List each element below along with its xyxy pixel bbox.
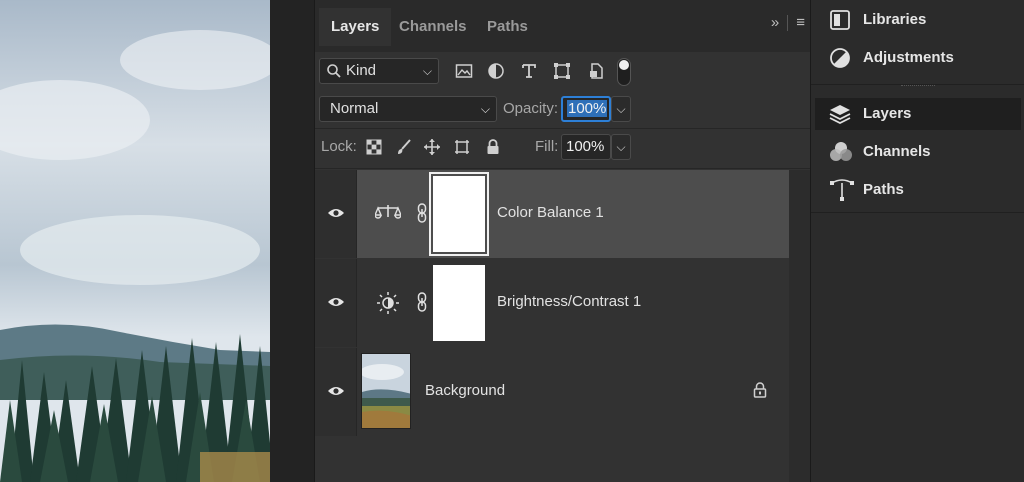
layer-thumbnail[interactable] bbox=[361, 353, 411, 429]
layer-row-background[interactable]: Background bbox=[315, 348, 789, 436]
divider bbox=[787, 14, 789, 31]
adjustment-filter-icon[interactable] bbox=[487, 62, 505, 80]
panel-menu-button[interactable]: ≡ bbox=[796, 14, 805, 31]
blend-opacity-row: Normal ⌵ Opacity: 100% ⌵ bbox=[315, 94, 811, 124]
opacity-input[interactable]: 100% bbox=[561, 96, 611, 122]
filter-kind-dropdown[interactable]: Kind ⌵ bbox=[319, 58, 439, 84]
dock-item-layers[interactable]: Layers bbox=[815, 98, 1021, 130]
fill-input[interactable]: 100% bbox=[561, 134, 611, 160]
panel-dock: Libraries Adjustments Layers Channels Pa… bbox=[810, 0, 1024, 482]
dock-item-adjustments[interactable]: Adjustments bbox=[815, 42, 1021, 74]
layer-filter-row: Kind ⌵ bbox=[315, 56, 811, 86]
layer-name[interactable]: Brightness/Contrast 1 bbox=[497, 293, 641, 310]
blend-mode-value: Normal bbox=[330, 100, 379, 117]
brightness-contrast-icon bbox=[377, 292, 399, 314]
layer-row-brightness-contrast[interactable]: Brightness/Contrast 1 bbox=[315, 259, 789, 347]
fill-value: 100% bbox=[566, 138, 605, 155]
filter-kind-label: Kind bbox=[346, 62, 377, 79]
layer-name[interactable]: Background bbox=[425, 382, 505, 399]
dock-item-label: Layers bbox=[863, 105, 912, 122]
color-balance-icon bbox=[375, 205, 401, 219]
lock-label: Lock: bbox=[321, 138, 357, 155]
visibility-toggle[interactable] bbox=[315, 170, 357, 258]
opacity-slider-button[interactable]: ⌵ bbox=[611, 96, 631, 122]
eye-icon bbox=[328, 209, 344, 217]
lock-icon[interactable] bbox=[753, 382, 767, 398]
tab-layers[interactable]: Layers bbox=[319, 8, 392, 46]
visibility-toggle[interactable] bbox=[315, 259, 357, 347]
dock-grip-handle[interactable] bbox=[901, 85, 935, 88]
shape-filter-icon[interactable] bbox=[553, 62, 571, 80]
opacity-value: 100% bbox=[567, 100, 608, 117]
channels-icon bbox=[830, 142, 852, 161]
type-filter-icon[interactable] bbox=[520, 62, 538, 80]
dock-item-label: Channels bbox=[863, 143, 931, 160]
fill-label: Fill: bbox=[535, 138, 559, 155]
dock-item-label: Libraries bbox=[863, 11, 927, 28]
lock-position-move-icon[interactable] bbox=[423, 138, 441, 156]
fill-slider-button[interactable]: ⌵ bbox=[611, 134, 631, 160]
collapse-panel-button[interactable]: » bbox=[771, 14, 779, 31]
lock-artboard-icon[interactable] bbox=[453, 138, 471, 156]
dock-item-channels[interactable]: Channels bbox=[815, 136, 1021, 168]
dock-item-paths[interactable]: Paths bbox=[815, 174, 1021, 206]
opacity-label: Opacity: bbox=[503, 100, 559, 117]
visibility-toggle[interactable] bbox=[315, 348, 357, 436]
chevron-down-icon: ⌵ bbox=[480, 102, 490, 116]
eye-icon bbox=[328, 298, 344, 306]
layer-mask-thumbnail[interactable] bbox=[433, 265, 485, 341]
image-filter-icon[interactable] bbox=[455, 62, 473, 80]
filter-toggle-switch[interactable] bbox=[617, 58, 631, 86]
layer-mask-thumbnail[interactable] bbox=[429, 172, 489, 256]
lock-image-pixels-brush-icon[interactable] bbox=[395, 138, 413, 156]
divider bbox=[315, 128, 811, 129]
search-icon bbox=[327, 64, 341, 78]
paths-icon bbox=[830, 179, 854, 201]
link-icon[interactable] bbox=[417, 203, 427, 223]
lock-all-icon[interactable] bbox=[484, 138, 502, 156]
dock-item-libraries[interactable]: Libraries bbox=[815, 4, 1021, 36]
eye-icon bbox=[328, 387, 344, 395]
layer-row-color-balance[interactable]: Color Balance 1 bbox=[315, 170, 789, 258]
libraries-icon bbox=[830, 10, 850, 30]
canvas-gutter bbox=[270, 0, 314, 482]
layer-body[interactable]: Color Balance 1 bbox=[357, 170, 789, 258]
lock-transparent-pixels-icon[interactable] bbox=[365, 138, 383, 156]
layers-icon bbox=[829, 105, 851, 125]
divider bbox=[811, 212, 1024, 213]
dock-item-label: Adjustments bbox=[863, 49, 954, 66]
layer-body[interactable]: Brightness/Contrast 1 bbox=[357, 259, 789, 347]
dock-item-label: Paths bbox=[863, 181, 904, 198]
layer-body[interactable]: Background bbox=[357, 348, 789, 436]
chevron-down-icon: ⌵ bbox=[422, 64, 432, 78]
divider bbox=[315, 168, 811, 169]
panel-tab-bar: Layers Channels Paths » ≡ bbox=[315, 0, 811, 52]
blend-mode-dropdown[interactable]: Normal ⌵ bbox=[319, 96, 497, 122]
layer-name[interactable]: Color Balance 1 bbox=[497, 204, 604, 221]
lock-row: Lock: Fill: 100% ⌵ bbox=[315, 132, 811, 162]
adjustments-icon bbox=[830, 48, 850, 68]
tab-paths[interactable]: Paths bbox=[475, 8, 540, 46]
link-icon[interactable] bbox=[417, 292, 427, 312]
background-thumbnail-image bbox=[362, 354, 410, 428]
tab-channels[interactable]: Channels bbox=[387, 8, 479, 46]
landscape-photo bbox=[0, 0, 270, 482]
smart-object-filter-icon[interactable] bbox=[587, 62, 605, 80]
document-canvas[interactable] bbox=[0, 0, 270, 482]
layers-scroll-area[interactable] bbox=[789, 170, 811, 482]
layers-panel: Layers Channels Paths » ≡ Kind ⌵ Normal … bbox=[314, 0, 811, 482]
